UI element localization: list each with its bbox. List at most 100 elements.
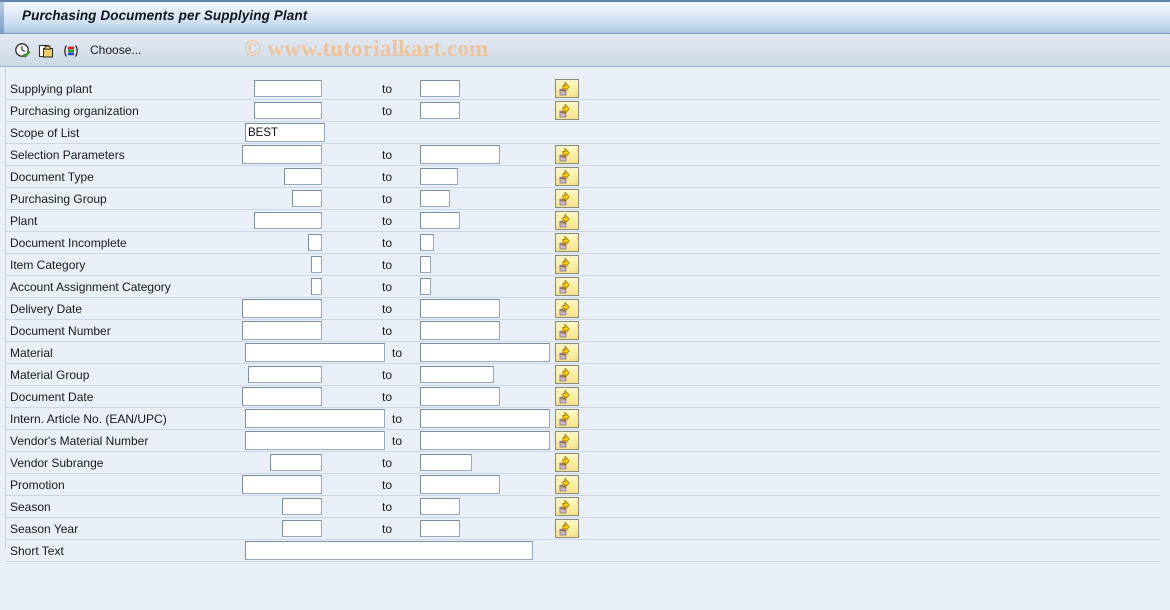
field-purchasing-organization-from[interactable] <box>254 102 322 119</box>
multiple-selection-arrow-button[interactable] <box>555 145 579 164</box>
field-vendor-s-material-number-from[interactable] <box>245 431 385 450</box>
field-item-category-from[interactable] <box>311 256 322 273</box>
arrow-right-folder-icon <box>559 521 570 535</box>
field-intern-article-no-ean-upc-to[interactable] <box>420 409 550 428</box>
multiple-selection-arrow-button[interactable] <box>555 321 579 340</box>
multiple-selection-arrow-button[interactable] <box>555 497 579 516</box>
form-row-short-text: Short Text <box>0 540 1170 562</box>
to-label: to <box>392 346 403 360</box>
field-season-to[interactable] <box>420 498 460 515</box>
field-document-type-to[interactable] <box>420 168 458 185</box>
color-bars-variant-icon[interactable] <box>62 42 80 60</box>
multiple-selection-arrow-button[interactable] <box>555 277 579 296</box>
arrow-right-folder-icon <box>559 301 570 315</box>
application-toolbar: Choose... <box>0 34 1170 67</box>
field-label: Document Number <box>10 324 111 338</box>
multiple-selection-arrow-button[interactable] <box>555 519 579 538</box>
to-label: to <box>382 522 393 536</box>
multiple-selection-arrow-button[interactable] <box>555 189 579 208</box>
field-short-text-from[interactable] <box>245 541 533 560</box>
multiple-selection-arrow-button[interactable] <box>555 101 579 120</box>
field-purchasing-organization-to[interactable] <box>420 102 460 119</box>
field-supplying-plant-to[interactable] <box>420 80 460 97</box>
multiple-selection-arrow-button[interactable] <box>555 475 579 494</box>
field-document-date-from[interactable] <box>242 387 322 406</box>
multiple-selection-arrow-button[interactable] <box>555 431 579 450</box>
to-label: to <box>382 236 393 250</box>
form-row-item-category: Item Category to <box>0 254 1170 276</box>
field-document-date-to[interactable] <box>420 387 500 406</box>
form-row-document-number: Document Number to <box>0 320 1170 342</box>
field-vendor-s-material-number-to[interactable] <box>420 431 550 450</box>
field-document-incomplete-to[interactable] <box>420 234 434 251</box>
arrow-right-folder-icon <box>559 257 570 271</box>
multiple-selection-arrow-button[interactable] <box>555 255 579 274</box>
arrow-right-folder-icon <box>559 81 570 95</box>
field-selection-parameters-to[interactable] <box>420 145 500 164</box>
field-material-group-to[interactable] <box>420 366 494 383</box>
to-label: to <box>382 324 393 338</box>
choose-button[interactable]: Choose... <box>90 43 141 57</box>
field-document-number-to[interactable] <box>420 321 500 340</box>
arrow-right-folder-icon <box>559 147 570 161</box>
to-label: to <box>392 434 403 448</box>
field-vendor-subrange-to[interactable] <box>420 454 472 471</box>
field-season-year-to[interactable] <box>420 520 460 537</box>
multiple-selection-arrow-button[interactable] <box>555 299 579 318</box>
field-item-category-to[interactable] <box>420 256 431 273</box>
field-purchasing-group-from[interactable] <box>292 190 322 207</box>
field-label: Season <box>10 500 51 514</box>
execute-clock-check-icon[interactable] <box>14 42 32 60</box>
multiple-selection-arrow-button[interactable] <box>555 453 579 472</box>
arrow-right-folder-icon <box>559 411 570 425</box>
field-document-number-from[interactable] <box>242 321 322 340</box>
multiple-selection-arrow-button[interactable] <box>555 233 579 252</box>
to-label: to <box>382 214 393 228</box>
arrow-right-folder-icon <box>559 433 570 447</box>
form-row-document-date: Document Date to <box>0 386 1170 408</box>
field-scope-of-list-from[interactable] <box>245 123 325 142</box>
field-promotion-to[interactable] <box>420 475 500 494</box>
field-document-type-from[interactable] <box>284 168 322 185</box>
form-row-delivery-date: Delivery Date to <box>0 298 1170 320</box>
field-purchasing-group-to[interactable] <box>420 190 450 207</box>
multiple-selection-arrow-button[interactable] <box>555 343 579 362</box>
field-label: Short Text <box>10 544 64 558</box>
field-intern-article-no-ean-upc-from[interactable] <box>245 409 385 428</box>
page-title: Purchasing Documents per Supplying Plant <box>22 8 308 23</box>
multiple-selection-arrow-button[interactable] <box>555 387 579 406</box>
field-label: Purchasing Group <box>10 192 107 206</box>
multiple-selection-arrow-button[interactable] <box>555 365 579 384</box>
field-document-incomplete-from[interactable] <box>308 234 322 251</box>
field-season-from[interactable] <box>282 498 322 515</box>
field-delivery-date-to[interactable] <box>420 299 500 318</box>
multiple-selection-arrow-button[interactable] <box>555 79 579 98</box>
field-vendor-subrange-from[interactable] <box>270 454 322 471</box>
field-supplying-plant-from[interactable] <box>254 80 322 97</box>
field-season-year-from[interactable] <box>282 520 322 537</box>
field-material-group-from[interactable] <box>248 366 322 383</box>
field-plant-from[interactable] <box>254 212 322 229</box>
field-account-assignment-category-from[interactable] <box>311 278 322 295</box>
arrow-right-folder-icon <box>559 345 570 359</box>
field-delivery-date-from[interactable] <box>242 299 322 318</box>
form-row-document-incomplete: Document Incomplete to <box>0 232 1170 254</box>
field-account-assignment-category-to[interactable] <box>420 278 431 295</box>
multiple-selection-arrow-button[interactable] <box>555 167 579 186</box>
multiple-selection-arrow-button[interactable] <box>555 211 579 230</box>
field-plant-to[interactable] <box>420 212 460 229</box>
form-row-intern-article-no-ean-upc: Intern. Article No. (EAN/UPC) to <box>0 408 1170 430</box>
field-selection-parameters-from[interactable] <box>242 145 322 164</box>
arrow-right-folder-icon <box>559 499 570 513</box>
field-label: Delivery Date <box>10 302 83 316</box>
to-label: to <box>382 258 393 272</box>
to-label: to <box>382 192 393 206</box>
form-row-vendor-s-material-number: Vendor's Material Number to <box>0 430 1170 452</box>
multiple-selection-arrow-button[interactable] <box>555 409 579 428</box>
to-label: to <box>382 390 393 404</box>
field-material-to[interactable] <box>420 343 550 362</box>
field-label: Vendor Subrange <box>10 456 104 470</box>
copy-documents-icon[interactable] <box>38 42 56 60</box>
field-promotion-from[interactable] <box>242 475 322 494</box>
field-material-from[interactable] <box>245 343 385 362</box>
